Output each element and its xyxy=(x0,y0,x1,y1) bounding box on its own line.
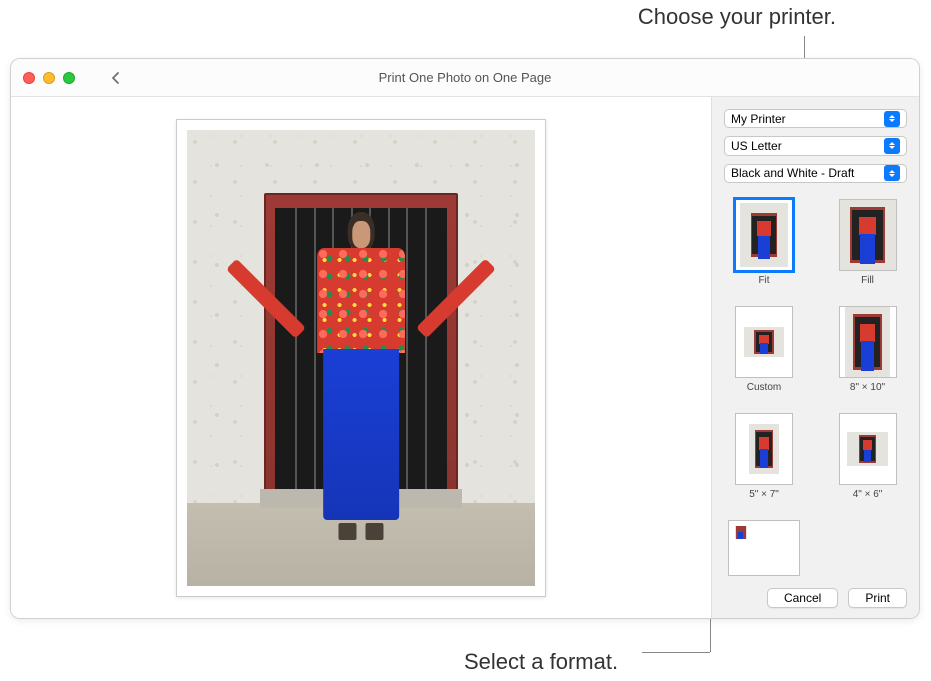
minimize-button[interactable] xyxy=(43,72,55,84)
format-thumb-fit xyxy=(735,199,793,271)
format-thumb-8x10 xyxy=(839,306,897,378)
format-thumb-fill xyxy=(839,199,897,271)
format-thumb-5x7 xyxy=(735,413,793,485)
page-preview xyxy=(176,119,546,597)
format-label: Fit xyxy=(758,275,769,286)
print-dialog-window: Print One Photo on One Page xyxy=(10,58,920,619)
print-button[interactable]: Print xyxy=(848,588,907,608)
printer-dropdown-value: My Printer xyxy=(731,112,786,126)
format-option-fit[interactable]: Fit xyxy=(728,199,800,286)
dropdown-arrows-icon xyxy=(884,138,900,154)
quality-dropdown[interactable]: Black and White - Draft xyxy=(724,164,907,183)
format-label: Custom xyxy=(747,382,781,393)
format-thumb-4x6 xyxy=(839,413,897,485)
paper-size-dropdown-value: US Letter xyxy=(731,139,782,153)
print-options-sidebar: My Printer US Letter Black and White - D… xyxy=(711,97,919,618)
format-grid: Fit Fill xyxy=(724,199,907,580)
dropdown-arrows-icon xyxy=(884,165,900,181)
back-button[interactable] xyxy=(109,71,123,85)
close-button[interactable] xyxy=(23,72,35,84)
format-label: 5" × 7" xyxy=(749,489,779,500)
format-label: Fill xyxy=(861,275,874,286)
annotation-format: Select a format. xyxy=(464,649,618,675)
format-option-8x10[interactable]: 8" × 10" xyxy=(832,306,903,393)
format-thumb-custom xyxy=(735,306,793,378)
format-option-5x7[interactable]: 5" × 7" xyxy=(728,413,800,500)
traffic-lights xyxy=(23,72,75,84)
titlebar: Print One Photo on One Page xyxy=(11,59,919,97)
chevron-left-icon xyxy=(109,71,123,85)
quality-dropdown-value: Black and White - Draft xyxy=(731,166,854,180)
format-label: 4" × 6" xyxy=(853,489,883,500)
format-thumb-contact xyxy=(728,520,800,576)
photo-preview xyxy=(187,130,535,586)
maximize-button[interactable] xyxy=(63,72,75,84)
footer-buttons: Cancel Print xyxy=(724,580,907,608)
format-option-4x6[interactable]: 4" × 6" xyxy=(832,413,903,500)
format-option-custom[interactable]: Custom xyxy=(728,306,800,393)
paper-size-dropdown[interactable]: US Letter xyxy=(724,136,907,155)
format-label: 8" × 10" xyxy=(850,382,885,393)
window-title: Print One Photo on One Page xyxy=(379,70,552,85)
preview-area xyxy=(11,97,711,618)
dialog-content: My Printer US Letter Black and White - D… xyxy=(11,97,919,618)
format-option-contact[interactable] xyxy=(728,520,800,580)
annotation-printer: Choose your printer. xyxy=(638,4,836,30)
callout-line-bottom-horizontal xyxy=(642,652,710,653)
cancel-button[interactable]: Cancel xyxy=(767,588,838,608)
dropdown-arrows-icon xyxy=(884,111,900,127)
format-option-fill[interactable]: Fill xyxy=(832,199,903,286)
printer-dropdown[interactable]: My Printer xyxy=(724,109,907,128)
